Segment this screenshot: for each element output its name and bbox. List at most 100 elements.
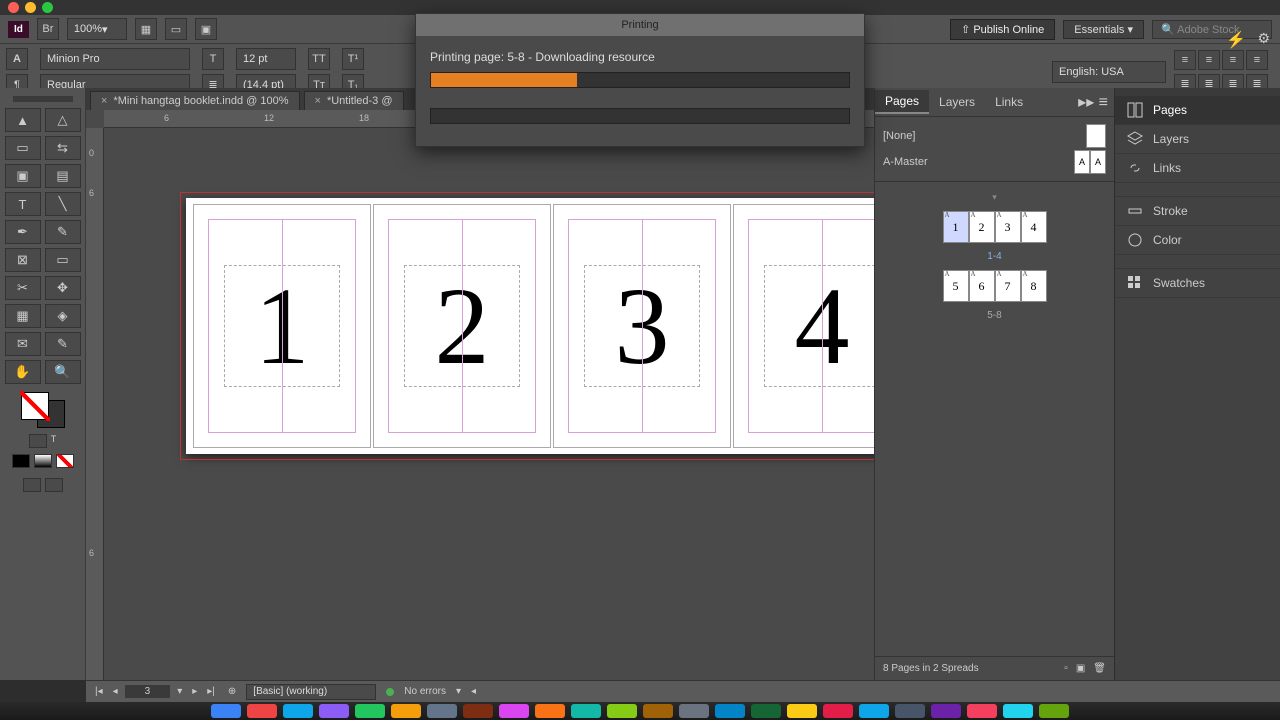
delete-page-icon[interactable]: 🗑: [1093, 663, 1106, 674]
eyedropper-tool[interactable]: ✎: [45, 332, 81, 356]
preflight-profile[interactable]: [Basic] (working): [246, 684, 376, 700]
bridge-icon[interactable]: Br: [37, 18, 59, 40]
view-icon[interactable]: ▦: [135, 18, 157, 40]
align-justify-icon[interactable]: ≡: [1246, 50, 1268, 70]
gradient-swatch-tool[interactable]: ▦: [5, 304, 41, 328]
dock-app-icon[interactable]: [823, 704, 853, 718]
page-3[interactable]: 3: [553, 204, 731, 448]
panel-collapse-icon[interactable]: ▸▸ ≡: [1072, 88, 1114, 116]
dock-app-icon[interactable]: [283, 704, 313, 718]
open-icon[interactable]: ⊕: [228, 686, 236, 697]
dock-app-icon[interactable]: [751, 704, 781, 718]
screen-icon[interactable]: ▣: [195, 18, 217, 40]
dock-app-icon[interactable]: [1039, 704, 1069, 718]
scroll-left-icon[interactable]: ◂: [471, 686, 476, 697]
stock-search[interactable]: 🔍 Adobe Stock: [1152, 20, 1272, 39]
align-center-icon[interactable]: ≡: [1198, 50, 1220, 70]
dock-app-icon[interactable]: [679, 704, 709, 718]
dock-app-icon[interactable]: [247, 704, 277, 718]
dock-app-icon[interactable]: [391, 704, 421, 718]
panel-tab-links[interactable]: Links: [985, 91, 1033, 113]
document-tab-2[interactable]: ×*Untitled-3 @: [304, 91, 404, 110]
rectangle-frame-tool[interactable]: ⊠: [5, 248, 41, 272]
page-navigator[interactable]: |◂◂3▾▸▸|: [92, 685, 218, 698]
direct-selection-tool[interactable]: △: [45, 108, 81, 132]
dock-app-icon[interactable]: [895, 704, 925, 718]
traffic-lights[interactable]: [8, 2, 53, 13]
char-format-icon[interactable]: A: [6, 48, 28, 70]
free-transform-tool[interactable]: ✥: [45, 276, 81, 300]
os-dock[interactable]: [0, 702, 1280, 720]
zoom-tool[interactable]: 🔍: [45, 360, 81, 384]
content-collector-tool[interactable]: ▣: [5, 164, 41, 188]
spread-thumb-2[interactable]: 5 6 7 8: [943, 270, 1047, 302]
dock-links[interactable]: Links: [1115, 154, 1280, 183]
hand-tool[interactable]: ✋: [5, 360, 41, 384]
dock-app-icon[interactable]: [463, 704, 493, 718]
dock-app-icon[interactable]: [535, 704, 565, 718]
page-2[interactable]: 2: [373, 204, 551, 448]
dock-pages[interactable]: Pages: [1115, 96, 1280, 125]
preflight-errors[interactable]: No errors: [404, 686, 446, 697]
apply-row[interactable]: T: [29, 434, 57, 448]
dock-color[interactable]: Color: [1115, 226, 1280, 255]
dock-app-icon[interactable]: [859, 704, 889, 718]
master-a[interactable]: A-Master AA: [883, 149, 1106, 175]
dock-app-icon[interactable]: [967, 704, 997, 718]
selection-tool[interactable]: ▲: [5, 108, 41, 132]
new-page-icon[interactable]: ▣: [1076, 663, 1085, 674]
rectangle-tool[interactable]: ▭: [45, 248, 81, 272]
dock-app-icon[interactable]: [211, 704, 241, 718]
panel-tab-layers[interactable]: Layers: [929, 91, 985, 113]
align-left-icon[interactable]: ≡: [1174, 50, 1196, 70]
dock-app-icon[interactable]: [715, 704, 745, 718]
canvas[interactable]: 0 6 6 1 2 3 4: [86, 128, 874, 680]
line-tool[interactable]: ╲: [45, 192, 81, 216]
color-mode-row[interactable]: [12, 454, 74, 468]
zoom-select[interactable]: 100% ▾: [67, 18, 127, 40]
dock-app-icon[interactable]: [571, 704, 601, 718]
page-tool[interactable]: ▭: [5, 136, 41, 160]
page-4[interactable]: 4: [733, 204, 874, 448]
edit-page-size-icon[interactable]: ▫: [1064, 663, 1068, 674]
dock-app-icon[interactable]: [787, 704, 817, 718]
close-tab-icon[interactable]: ×: [315, 95, 321, 107]
align-right-icon[interactable]: ≡: [1222, 50, 1244, 70]
panel-tab-pages[interactable]: Pages: [875, 90, 929, 114]
gap-tool[interactable]: ⇆: [45, 136, 81, 160]
arrange-icon[interactable]: ▭: [165, 18, 187, 40]
dock-app-icon[interactable]: [643, 704, 673, 718]
dock-layers[interactable]: Layers: [1115, 125, 1280, 154]
scissors-tool[interactable]: ✂: [5, 276, 41, 300]
page-1[interactable]: 1: [193, 204, 371, 448]
spread-1[interactable]: 1 2 3 4: [186, 198, 874, 454]
dock-swatches[interactable]: Swatches: [1115, 269, 1280, 298]
font-family-select[interactable]: Minion Pro: [40, 48, 190, 70]
type-tool[interactable]: T: [5, 192, 41, 216]
allcaps-icon[interactable]: TT: [308, 48, 330, 70]
workspace-select[interactable]: Essentials ▾: [1063, 20, 1144, 39]
pen-tool[interactable]: ✒: [5, 220, 41, 244]
dock-app-icon[interactable]: [1003, 704, 1033, 718]
dock-app-icon[interactable]: [427, 704, 457, 718]
language-select[interactable]: English: USA: [1052, 61, 1166, 83]
pencil-tool[interactable]: ✎: [45, 220, 81, 244]
gpu-icon[interactable]: ⚡: [1226, 30, 1246, 50]
spread-thumb-1[interactable]: 1 2 3 4: [943, 211, 1047, 243]
dock-app-icon[interactable]: [355, 704, 385, 718]
master-none[interactable]: [None]: [883, 123, 1106, 149]
close-tab-icon[interactable]: ×: [101, 95, 107, 107]
dock-app-icon[interactable]: [607, 704, 637, 718]
note-tool[interactable]: ✉: [5, 332, 41, 356]
dock-app-icon[interactable]: [319, 704, 349, 718]
gradient-feather-tool[interactable]: ◈: [45, 304, 81, 328]
superscript-icon[interactable]: T¹: [342, 48, 364, 70]
content-placer-tool[interactable]: ▤: [45, 164, 81, 188]
fill-stroke-swatch[interactable]: [21, 392, 65, 428]
dock-app-icon[interactable]: [931, 704, 961, 718]
publish-online-button[interactable]: ⇧ Publish Online: [950, 19, 1055, 40]
dock-app-icon[interactable]: [499, 704, 529, 718]
vertical-ruler[interactable]: 0 6 6: [86, 128, 104, 680]
font-size-select[interactable]: 12 pt: [236, 48, 296, 70]
view-mode-row[interactable]: [23, 478, 63, 492]
